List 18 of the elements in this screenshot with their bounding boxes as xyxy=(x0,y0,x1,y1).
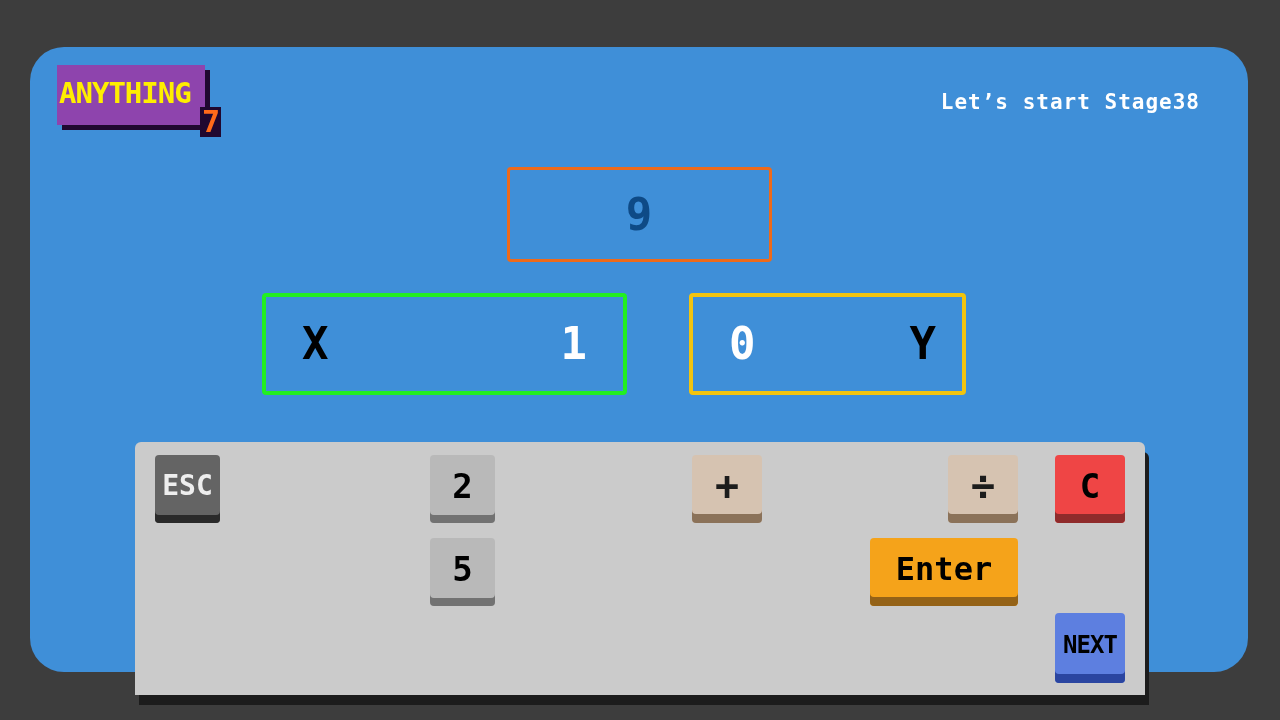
stage-message: Let’s start Stage38 xyxy=(940,89,1200,116)
clear-key[interactable]: C xyxy=(1055,455,1125,523)
enter-key[interactable]: Enter xyxy=(870,538,1018,606)
next-key[interactable]: NEXT xyxy=(1055,613,1125,683)
logo-text: ANYTHING xyxy=(59,76,191,110)
digit-key[interactable]: 2 xyxy=(430,455,495,523)
target-number: 9 xyxy=(506,167,772,262)
logo-number-text: 7 xyxy=(199,107,221,137)
escape-key[interactable]: ESC xyxy=(155,455,220,523)
answer-slot[interactable]: X 1 xyxy=(262,293,627,395)
answer-slot[interactable]: 0 Y xyxy=(689,293,966,395)
number-token[interactable]: 1 xyxy=(560,311,587,377)
variable-token[interactable]: Y xyxy=(909,311,936,377)
operator-key[interactable]: + xyxy=(692,455,762,523)
variable-token[interactable]: X xyxy=(302,311,329,377)
digit-key[interactable]: 5 xyxy=(430,538,495,606)
number-token[interactable]: 0 xyxy=(729,311,756,377)
operator-key[interactable]: ÷ xyxy=(948,455,1018,523)
